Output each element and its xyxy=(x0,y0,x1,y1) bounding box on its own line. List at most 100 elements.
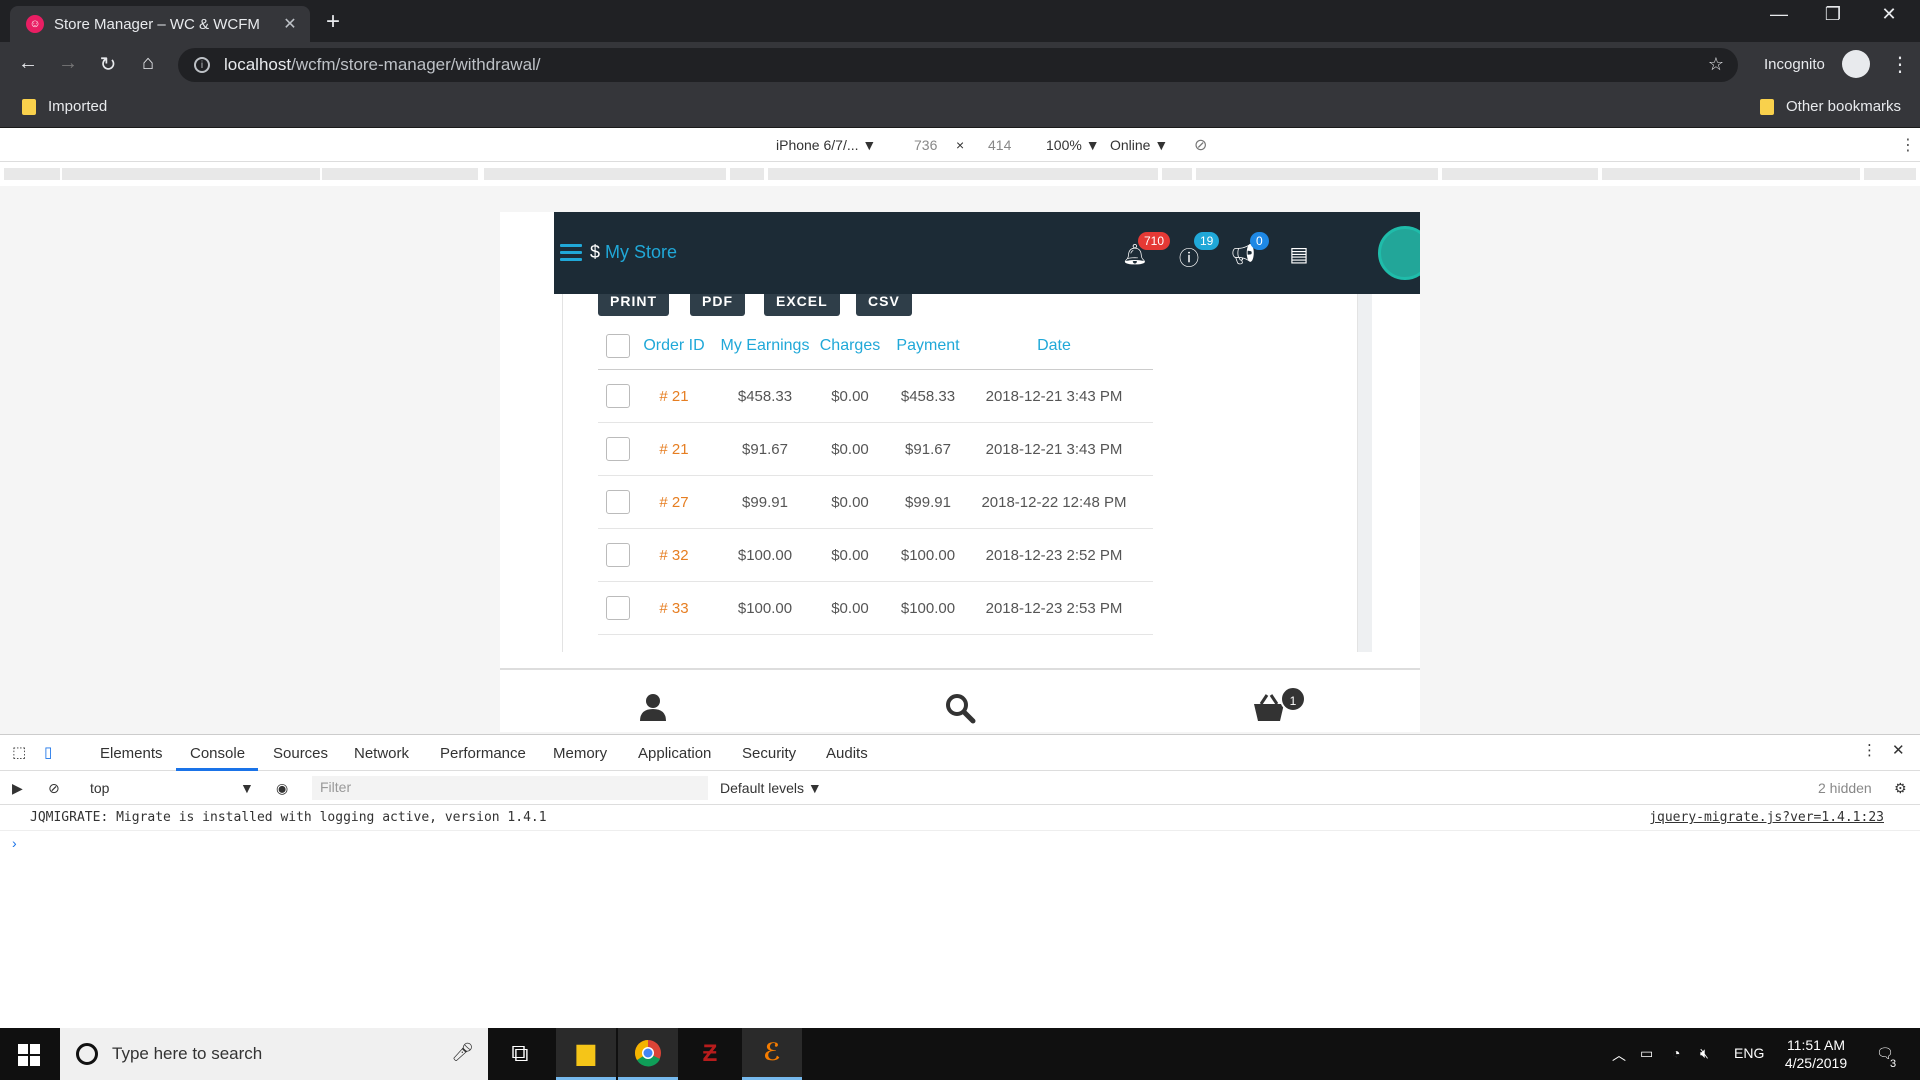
cart-count-badge: 1 xyxy=(1280,686,1306,712)
tab-performance[interactable]: Performance xyxy=(440,745,526,762)
close-window-icon[interactable]: ✕ xyxy=(1866,4,1912,25)
restore-icon[interactable]: ❐ xyxy=(1810,4,1856,25)
home-icon[interactable]: ⌂ xyxy=(134,52,162,75)
charges-cell: $0.00 xyxy=(831,599,869,617)
close-devtools-icon[interactable]: ✕ xyxy=(1892,741,1905,759)
row-checkbox[interactable] xyxy=(606,543,630,567)
close-tab-icon[interactable]: ✕ xyxy=(278,14,302,34)
search-icon[interactable] xyxy=(944,692,976,724)
header-payment[interactable]: Payment xyxy=(882,337,974,355)
store-title[interactable]: $ My Store xyxy=(590,242,677,263)
inspect-icon[interactable]: ⬚ xyxy=(12,743,26,761)
browser-tab[interactable]: ☺ Store Manager – WC & WCFM ✕ xyxy=(10,6,310,42)
log-levels-select[interactable]: Default levels ▼ xyxy=(720,780,822,796)
device-width[interactable]: 736 xyxy=(914,137,937,153)
minimize-icon[interactable]: — xyxy=(1756,4,1802,25)
tab-sources[interactable]: Sources xyxy=(273,745,328,762)
tab-security[interactable]: Security xyxy=(742,745,796,762)
header-date[interactable]: Date xyxy=(974,337,1134,355)
console-settings-icon[interactable]: ⚙ xyxy=(1894,780,1907,797)
context-dropdown-icon[interactable]: ▼ xyxy=(240,780,254,796)
sidebar-toggle-icon[interactable]: ▶ xyxy=(12,780,23,797)
header-earnings[interactable]: My Earnings xyxy=(712,337,818,355)
new-tab-icon[interactable]: + xyxy=(326,8,340,36)
language-indicator[interactable]: ENG xyxy=(1734,1045,1764,1061)
date-cell: 2018-12-21 3:43 PM xyxy=(985,440,1123,458)
bookmark-other[interactable]: Other bookmarks xyxy=(1760,98,1901,115)
taskbar-clock[interactable]: 11:51 AM 4/25/2019 xyxy=(1766,1036,1866,1072)
reload-icon[interactable]: ↻ xyxy=(94,52,122,77)
tab-elements[interactable]: Elements xyxy=(100,745,163,762)
shopping-basket-icon[interactable] xyxy=(1252,692,1284,722)
row-checkbox[interactable] xyxy=(606,596,630,620)
eye-icon[interactable]: ◉ xyxy=(276,780,288,797)
order-id-link[interactable]: # 33 xyxy=(636,600,712,617)
order-id-link[interactable]: # 32 xyxy=(636,547,712,564)
context-select[interactable]: top xyxy=(90,780,109,796)
tab-application[interactable]: Application xyxy=(638,745,711,762)
device-height[interactable]: 414 xyxy=(988,137,1011,153)
browser-titlebar: ☺ Store Manager – WC & WCFM ✕ + — ❐ ✕ xyxy=(0,0,1920,42)
payment-cell: $458.33 xyxy=(900,387,956,405)
row-checkbox[interactable] xyxy=(606,384,630,408)
row-checkbox[interactable] xyxy=(606,437,630,461)
device-toggle-icon[interactable]: ▯ xyxy=(44,743,52,761)
wifi-icon[interactable]: ◔ xyxy=(1672,1045,1680,1061)
date-cell: 2018-12-23 2:53 PM xyxy=(985,599,1123,617)
microphone-icon[interactable]: 🎤︎ xyxy=(451,1042,474,1063)
site-info-icon[interactable]: i xyxy=(194,57,210,73)
notification-count: 3 xyxy=(1890,1058,1897,1070)
bookmark-imported[interactable]: Imported xyxy=(22,98,107,115)
forward-icon[interactable]: → xyxy=(54,52,82,75)
bookmark-star-icon[interactable]: ☆ xyxy=(1708,54,1724,75)
taskbar-search[interactable]: Type here to search 🎤︎ xyxy=(60,1028,488,1080)
clock-date: 4/25/2019 xyxy=(1784,1055,1848,1071)
cortana-icon xyxy=(76,1043,98,1065)
devtools-menu-icon[interactable]: ⋮ xyxy=(1862,741,1877,759)
tab-network[interactable]: Network xyxy=(354,745,409,762)
browser-menu-icon[interactable]: ⋮ xyxy=(1890,52,1910,77)
battery-icon[interactable]: ▭ xyxy=(1640,1045,1653,1062)
console-filter-input[interactable]: Filter xyxy=(312,776,708,800)
tab-audits[interactable]: Audits xyxy=(826,745,868,762)
jetbrains-icon[interactable]: ℰ xyxy=(742,1028,802,1080)
header-order-id[interactable]: Order ID xyxy=(636,337,712,355)
table-row: # 27 $99.91 $0.00 $99.91 2018-12-22 12:4… xyxy=(598,476,1153,529)
select-all-checkbox[interactable] xyxy=(606,333,630,358)
order-id-link[interactable]: # 27 xyxy=(636,494,712,511)
device-select[interactable]: iPhone 6/7/... ▼ xyxy=(776,137,876,153)
clock-time: 11:51 AM xyxy=(1786,1037,1846,1053)
rotate-icon[interactable]: ⊘ xyxy=(1194,135,1207,155)
file-explorer-icon[interactable]: ▆ xyxy=(556,1028,616,1080)
avatar[interactable] xyxy=(1378,226,1420,280)
windows-start-icon[interactable] xyxy=(18,1044,40,1066)
book-icon[interactable]: ▤ xyxy=(1286,242,1312,268)
chrome-icon[interactable] xyxy=(618,1028,678,1080)
clear-console-icon[interactable]: ⊘ xyxy=(48,780,60,797)
tray-expand-icon[interactable]: ︿ xyxy=(1612,1045,1626,1065)
left-strip xyxy=(500,212,554,732)
network-select[interactable]: Online ▼ xyxy=(1110,137,1168,153)
row-checkbox[interactable] xyxy=(606,490,630,514)
notifications-badge: 710 xyxy=(1138,232,1171,250)
tab-memory[interactable]: Memory xyxy=(553,745,607,762)
tab-console[interactable]: Console xyxy=(190,745,245,762)
user-icon[interactable] xyxy=(638,692,668,722)
order-id-link[interactable]: # 21 xyxy=(636,388,712,405)
device-viewport: PRINT PDF EXCEL CSV $ My Store 🔔︎ 710 ⓘ … xyxy=(0,186,1920,734)
header-charges[interactable]: Charges xyxy=(818,337,882,355)
filezilla-icon[interactable]: Ƶ xyxy=(680,1028,740,1080)
task-view-icon[interactable]: ⧉ xyxy=(490,1028,550,1080)
zoom-select[interactable]: 100% ▼ xyxy=(1046,137,1100,153)
console-prompt[interactable]: › xyxy=(12,835,17,851)
address-bar[interactable]: i localhost /wcfm/store-manager/withdraw… xyxy=(178,48,1738,82)
date-cell: 2018-12-21 3:43 PM xyxy=(985,387,1123,405)
volume-muted-icon[interactable]: 🔇︎ xyxy=(1700,1045,1709,1062)
hamburger-menu-icon[interactable] xyxy=(560,244,582,262)
log-source-link[interactable]: jquery-migrate.js?ver=1.4.1:23 xyxy=(1649,810,1884,825)
device-menu-icon[interactable]: ⋮ xyxy=(1900,135,1916,155)
incognito-icon[interactable] xyxy=(1842,50,1870,78)
order-id-link[interactable]: # 21 xyxy=(636,441,712,458)
back-icon[interactable]: ← xyxy=(14,52,42,75)
media-query-ruler xyxy=(0,162,1920,186)
